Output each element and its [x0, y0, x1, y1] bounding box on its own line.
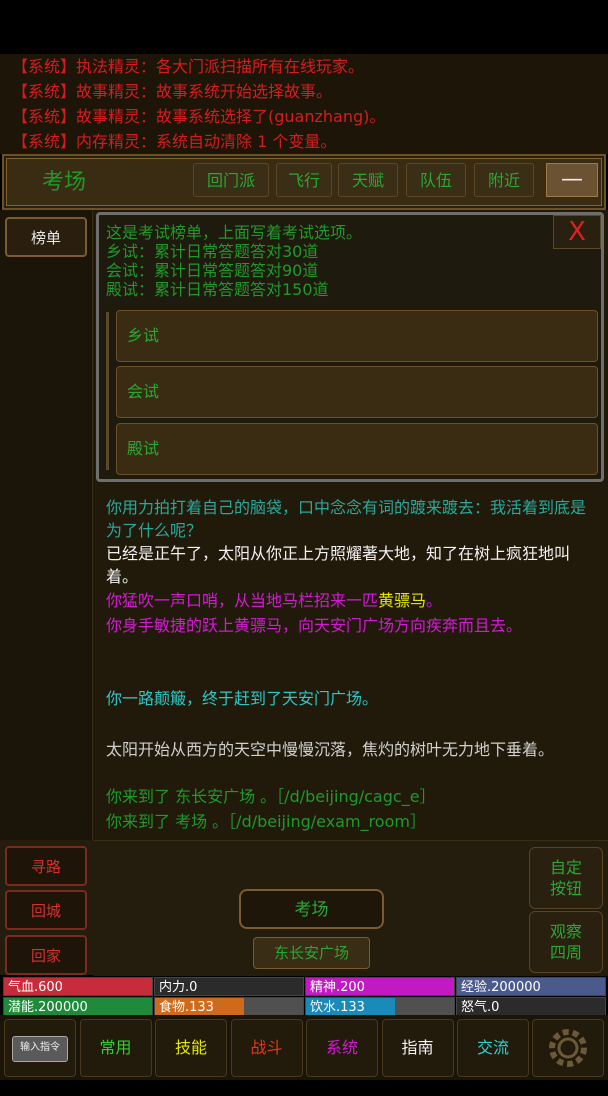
current-location-label: 考场	[239, 889, 384, 929]
talent-button[interactable]: 天赋	[338, 163, 398, 197]
options-scroll-line	[106, 312, 109, 470]
stat-bar: 内力.0	[154, 977, 304, 996]
gear-icon[interactable]	[532, 1019, 604, 1077]
story-line: 你一路颠簸，终于赶到了天安门广场。	[106, 687, 598, 710]
bottom-tab[interactable]: 交流	[457, 1019, 529, 1077]
nearby-button[interactable]: 附近	[474, 163, 534, 197]
story-text: 已经是正午了，太阳从你正上方照耀著大地，知了在树上疯狂地叫着。	[106, 544, 571, 586]
stat-bar: 经验.200000	[456, 977, 606, 996]
system-log-line: 【系统】故事精灵：故事系统选择了(guanzhang)。	[12, 107, 386, 126]
stat-label: 潜能.200000	[8, 1000, 88, 1015]
system-log-line: 【系统】内存精灵：系统自动清除 1 个变量。	[12, 132, 337, 151]
stat-label: 经验.200000	[461, 980, 541, 995]
bottom-tab[interactable]: 指南	[381, 1019, 454, 1077]
return-city-button[interactable]: 回城	[5, 890, 87, 930]
system-log-line: 【系统】故事精灵：故事系统开始选择故事。	[12, 82, 333, 101]
stat-label: 食物.133	[159, 1000, 214, 1015]
left-column	[0, 210, 93, 840]
story-text: 你一路颠簸，终于赶到了天安门广场。	[106, 689, 379, 708]
story-text: 。	[426, 591, 443, 610]
story-text: 你来到了 考场 。［/d/beijing/exam_room］	[106, 812, 426, 831]
story-text: 太阳开始从西方的天空中慢慢沉落，焦灼的树叶无力地下垂着。	[106, 740, 555, 759]
minimize-button[interactable]: —	[546, 163, 598, 197]
observe-button[interactable]: 观察 四周	[529, 911, 603, 973]
system-log-line: 【系统】执法精灵：各大门派扫描所有在线玩家。	[12, 57, 365, 76]
story-line: 你用力拍打着自己的脑袋，口中念念有词的踱来踱去：我活着到底是为了什么呢？	[106, 496, 598, 542]
story-line: 你身手敏捷的跃上黄骠马，向天安门广场方向疾奔而且去。	[106, 614, 598, 637]
stat-label: 气血.600	[8, 980, 63, 995]
story-text: 你用力拍打着自己的脑袋，口中念念有词的踱来踱去：我活着到底是为了什么呢？	[106, 498, 587, 540]
modal-rule-huishi: 会试：累计日常答题答对90道	[106, 261, 319, 280]
exit-button[interactable]: 东长安广场	[253, 937, 370, 969]
return-sect-button[interactable]: 回门派	[193, 163, 269, 197]
stat-bar: 食物.133	[154, 997, 304, 1016]
return-home-button[interactable]: 回家	[5, 935, 87, 975]
system-log: 【系统】执法精灵：各大门派扫描所有在线玩家。 【系统】故事精灵：故事系统开始选择…	[0, 54, 608, 154]
bottom-tab[interactable]: 战斗	[230, 1019, 303, 1077]
story-line: 已经是正午了，太阳从你正上方照耀著大地，知了在树上疯狂地叫着。	[106, 542, 598, 588]
stat-bar: 潜能.200000	[3, 997, 153, 1016]
custom-button[interactable]: 自定 按钮	[529, 847, 603, 909]
pathfind-button[interactable]: 寻路	[5, 846, 87, 886]
stat-bar: 饮水.133	[305, 997, 455, 1016]
option-dianshi[interactable]: 殿试	[116, 423, 598, 475]
stat-bar: 怒气.0	[456, 997, 606, 1016]
horse-name: 黄骠马	[378, 591, 427, 610]
bottom-tab[interactable]: 系统	[306, 1019, 378, 1077]
stat-label: 饮水.133	[310, 1000, 365, 1015]
gear-icon-svg	[549, 1029, 587, 1067]
input-command-icon: 输入指令	[12, 1036, 68, 1062]
option-xiangshi[interactable]: 乡试	[116, 310, 598, 362]
stat-bar: 气血.600	[3, 977, 153, 996]
story-text: 你来到了 东长安广场 。［/d/beijing/cagc_e］	[106, 787, 436, 806]
story-text: 你身手敏捷的跃上黄骠马，向天安门广场方向疾奔而且去。	[106, 616, 523, 635]
close-icon[interactable]: X	[553, 215, 601, 249]
bottom-tab[interactable]: 输入指令	[4, 1019, 76, 1077]
stat-label: 内力.0	[159, 980, 198, 995]
modal-rule-xiangshi: 乡试：累计日常答题答对30道	[106, 242, 319, 261]
option-huishi[interactable]: 会试	[116, 366, 598, 418]
stat-label: 精神.200	[310, 980, 365, 995]
bottom-tab[interactable]: 技能	[155, 1019, 227, 1077]
stat-label: 怒气.0	[461, 1000, 500, 1015]
rank-button[interactable]: 榜单	[5, 217, 87, 257]
fly-button[interactable]: 飞行	[276, 163, 332, 197]
top-band	[0, 0, 608, 54]
story-line: 你来到了 考场 。［/d/beijing/exam_room］	[106, 810, 598, 833]
story-line: 太阳开始从西方的天空中慢慢沉落，焦灼的树叶无力地下垂着。	[106, 738, 598, 761]
team-button[interactable]: 队伍	[406, 163, 466, 197]
stat-bar: 精神.200	[305, 977, 455, 996]
modal-rule-dianshi: 殿试：累计日常答题答对150道	[106, 280, 329, 299]
bottom-tab[interactable]: 常用	[79, 1019, 152, 1077]
story-text: 你猛吹一声口哨，从当地马栏招来一匹	[106, 591, 379, 610]
story-line: 你猛吹一声口哨，从当地马栏招来一匹黄骠马。	[106, 589, 598, 612]
story-line: 你来到了 东长安广场 。［/d/beijing/cagc_e］	[106, 785, 598, 808]
location-title: 考场	[42, 170, 87, 195]
modal-description: 这是考试榜单，上面写着考试选项。	[106, 223, 363, 242]
